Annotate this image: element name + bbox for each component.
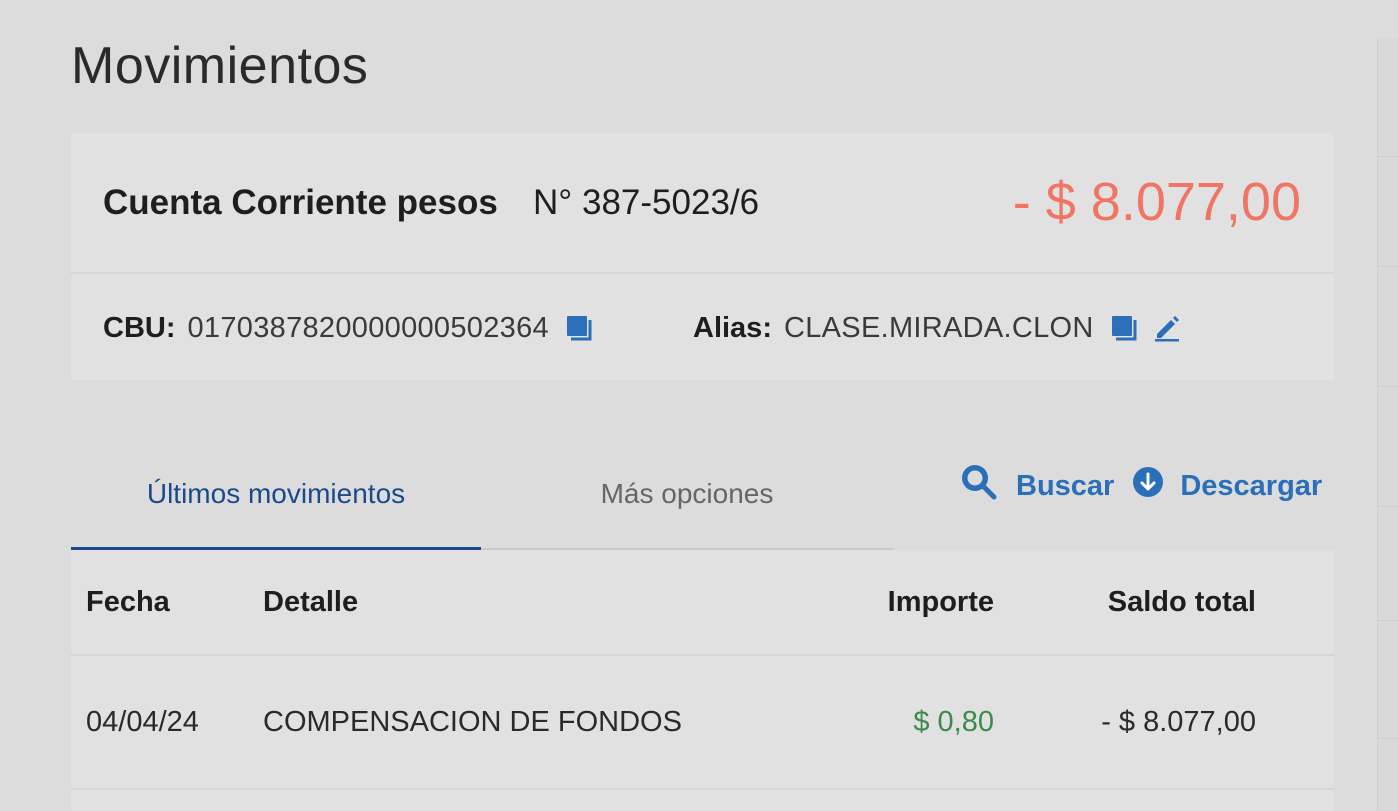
download-label: Descargar bbox=[1180, 469, 1323, 502]
row-detalle: COMPENSACION DE FONDOS bbox=[263, 705, 682, 738]
alias-label: Alias: bbox=[693, 311, 772, 344]
right-scroll-rail bbox=[1377, 38, 1398, 811]
search-label: Buscar bbox=[1016, 469, 1115, 502]
copy-icon[interactable] bbox=[1110, 314, 1138, 342]
row-fecha: 04/04/24 bbox=[86, 705, 199, 738]
account-type: Cuenta Corriente pesos bbox=[103, 183, 498, 222]
row-saldo: - $ 8.077,00 bbox=[1101, 705, 1256, 738]
account-header: Cuenta Corriente pesos N° 387-5023/6 - $… bbox=[71, 133, 1334, 274]
cbu-row: CBU: 0170387820000000502364 bbox=[103, 308, 593, 348]
search-button[interactable]: Buscar bbox=[960, 463, 1114, 509]
tab-ultimos-movimientos[interactable]: Últimos movimientos bbox=[71, 440, 481, 550]
table-row-partial bbox=[71, 788, 1334, 811]
download-icon bbox=[1132, 466, 1164, 506]
actions-bar: Buscar Descargar bbox=[960, 462, 1322, 510]
row-importe: $ 0,80 bbox=[913, 705, 994, 738]
cbu-label: CBU: bbox=[103, 311, 176, 344]
column-header-saldo-total: Saldo total bbox=[1107, 585, 1256, 618]
movements-table: Fecha Detalle Importe Saldo total 04/04/… bbox=[71, 550, 1334, 811]
account-card: Cuenta Corriente pesos N° 387-5023/6 - $… bbox=[71, 133, 1334, 380]
tab-bar: Últimos movimientos Más opciones bbox=[71, 440, 893, 550]
copy-icon[interactable] bbox=[565, 314, 593, 342]
tab-mas-opciones[interactable]: Más opciones bbox=[481, 440, 893, 548]
pencil-icon[interactable] bbox=[1152, 313, 1182, 343]
page-title: Movimientos bbox=[71, 37, 369, 95]
page: Movimientos Cuenta Corriente pesos N° 38… bbox=[0, 0, 1398, 811]
cbu-value: 0170387820000000502364 bbox=[187, 311, 549, 344]
account-balance: - $ 8.077,00 bbox=[1012, 172, 1301, 232]
table-row[interactable]: 04/04/24 COMPENSACION DE FONDOS $ 0,80 -… bbox=[71, 654, 1334, 788]
alias-row: Alias: CLASE.MIRADA.CLON bbox=[693, 308, 1182, 348]
table-header: Fecha Detalle Importe Saldo total bbox=[71, 550, 1334, 654]
column-header-detalle: Detalle bbox=[263, 585, 359, 618]
column-header-fecha: Fecha bbox=[86, 585, 170, 618]
download-button[interactable]: Descargar bbox=[1132, 466, 1322, 506]
column-header-importe: Importe bbox=[887, 585, 994, 618]
alias-value: CLASE.MIRADA.CLON bbox=[783, 311, 1094, 344]
search-icon bbox=[960, 463, 998, 509]
account-number: N° 387-5023/6 bbox=[533, 183, 760, 222]
